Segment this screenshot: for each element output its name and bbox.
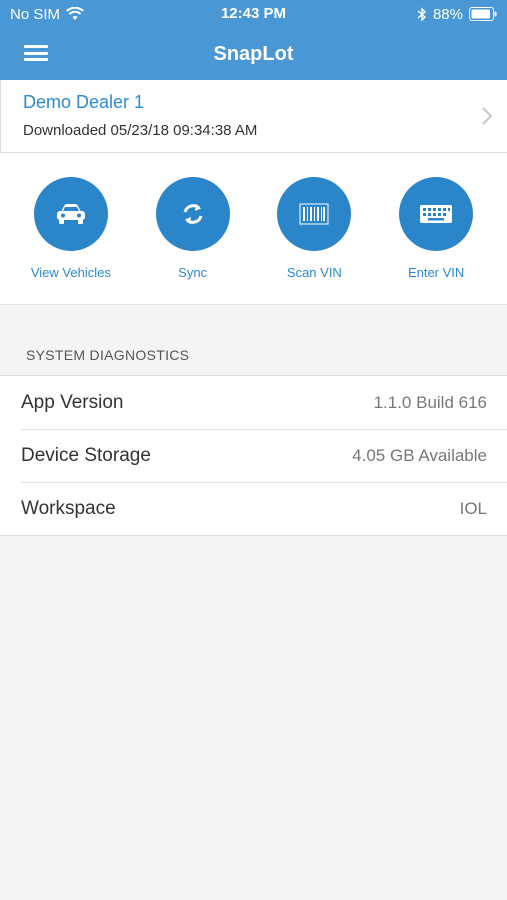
status-time: 12:43 PM — [220, 5, 287, 22]
dealer-name: Demo Dealer 1 — [23, 92, 145, 112]
enter-vin-button[interactable]: Enter VIN — [381, 177, 491, 304]
scan-vin-circle[interactable] — [277, 177, 352, 251]
app-title: SnapLot — [213, 42, 294, 65]
scan-vin-button[interactable]: Scan VIN — [259, 177, 369, 304]
device-storage-value: 4.05 GB Available — [352, 445, 487, 465]
status-bar: No SIM 12:43 PM 88% — [0, 0, 507, 28]
car-icon — [56, 204, 85, 224]
device-storage-label: Device Storage — [21, 444, 151, 466]
chevron-right-icon — [482, 107, 493, 125]
list-item: App Version 1.1.0 Build 616 — [0, 376, 507, 429]
app-version-value: 1.1.0 Build 616 — [373, 392, 487, 412]
keyboard-icon — [420, 205, 453, 223]
sync-icon — [183, 204, 203, 224]
sync-circle[interactable] — [155, 177, 230, 251]
app-header: No SIM 12:43 PM 88% SnapLot — [0, 0, 507, 80]
menu-line-icon — [24, 58, 48, 61]
dealer-card[interactable]: Demo Dealer 1 Downloaded 05/23/18 09:34:… — [0, 80, 507, 153]
sync-button[interactable]: Sync — [138, 177, 248, 304]
workspace-value: IOL — [459, 498, 487, 518]
enter-vin-circle[interactable] — [399, 177, 474, 251]
barcode-icon — [299, 203, 329, 225]
sync-label: Sync — [178, 265, 208, 280]
list-item: Device Storage 4.05 GB Available — [0, 429, 507, 482]
menu-line-icon — [24, 51, 48, 55]
diagnostics-list: App Version 1.1.0 Build 616 Device Stora… — [0, 375, 507, 536]
view-vehicles-button[interactable]: View Vehicles — [16, 177, 126, 304]
nav-bar: SnapLot — [0, 28, 507, 80]
app-version-label: App Version — [21, 391, 124, 413]
view-vehicles-label: View Vehicles — [30, 265, 111, 280]
hamburger-menu-button[interactable] — [24, 42, 48, 64]
enter-vin-label: Enter VIN — [407, 265, 465, 280]
view-vehicles-circle[interactable] — [33, 177, 108, 251]
workspace-label: Workspace — [21, 497, 116, 519]
list-item: Workspace IOL — [0, 482, 507, 535]
download-timestamp: Downloaded 05/23/18 09:34:38 AM — [23, 122, 258, 139]
section-title: SYSTEM DIAGNOSTICS — [26, 347, 190, 363]
quick-actions: View Vehicles Sync Scan VIN Enter VIN — [0, 153, 507, 305]
menu-line-icon — [24, 45, 48, 48]
scan-vin-label: Scan VIN — [286, 265, 342, 280]
